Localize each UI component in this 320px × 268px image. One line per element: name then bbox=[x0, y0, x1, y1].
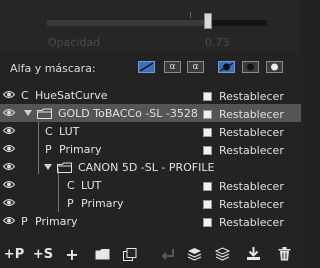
layer-name: LUT bbox=[59, 125, 80, 138]
layer-row-group[interactable]: CANON 5D -SL - PROFILE bbox=[0, 158, 301, 176]
mask-invert-icon bbox=[219, 62, 234, 72]
eye-icon[interactable] bbox=[3, 162, 15, 171]
mask-invert-button[interactable] bbox=[218, 61, 235, 73]
folder-icon bbox=[57, 162, 72, 173]
reset-checkbox[interactable] bbox=[203, 200, 212, 209]
reset-label: Restablecer bbox=[219, 198, 284, 211]
return-arrow-icon bbox=[162, 248, 174, 260]
alpha-icon: α bbox=[169, 61, 176, 72]
mask-circle-icon bbox=[247, 63, 254, 71]
opacity-label: Opacidad bbox=[48, 36, 101, 49]
folder-icon bbox=[95, 249, 109, 260]
reset-label: Restablecer bbox=[219, 180, 284, 193]
layer-type-letter: P bbox=[21, 215, 28, 228]
eye-icon[interactable] bbox=[3, 180, 15, 189]
opacity-section: Opacidad 0.73 bbox=[0, 0, 301, 52]
reset-control[interactable]: Restablecer bbox=[203, 144, 284, 157]
reset-control[interactable]: Restablecer bbox=[203, 108, 284, 121]
download-icon bbox=[246, 247, 260, 260]
eye-icon[interactable] bbox=[3, 126, 15, 135]
layers-icon bbox=[187, 248, 201, 261]
layer-name: Primary bbox=[81, 197, 124, 210]
layer-stack-button[interactable] bbox=[186, 246, 202, 262]
layer-stack-down-button[interactable] bbox=[214, 246, 230, 262]
export-button[interactable] bbox=[245, 246, 261, 262]
alpha-button-2[interactable]: α bbox=[187, 61, 204, 73]
layer-type-letter: C bbox=[21, 89, 29, 102]
opacity-value: 0.73 bbox=[205, 36, 230, 49]
layer-row[interactable]: C LUT Restablecer bbox=[0, 122, 301, 140]
layer-type-letter: P bbox=[67, 197, 74, 210]
eye-icon[interactable] bbox=[3, 216, 15, 225]
layer-name: Primary bbox=[35, 215, 78, 228]
layer-name: LUT bbox=[81, 179, 102, 192]
alpha-invert-button[interactable] bbox=[138, 61, 155, 73]
eye-icon[interactable] bbox=[3, 108, 15, 117]
alpha-mask-row: Alfa y máscara: α α bbox=[0, 56, 301, 78]
expand-arrow-icon[interactable] bbox=[24, 110, 32, 116]
merge-button[interactable] bbox=[161, 246, 177, 262]
reset-checkbox[interactable] bbox=[203, 92, 212, 101]
delete-button[interactable] bbox=[276, 246, 292, 262]
reset-label: Restablecer bbox=[219, 90, 284, 103]
alpha-icon: α bbox=[192, 61, 199, 72]
reset-control[interactable]: Restablecer bbox=[203, 90, 284, 103]
layer-name: Primary bbox=[59, 143, 102, 156]
layer-row-selected[interactable]: GOLD ToBACCo -SL -3528 Restablecer bbox=[0, 104, 301, 122]
copy-icon bbox=[123, 247, 137, 261]
layer-row[interactable]: P Primary Restablecer bbox=[0, 140, 301, 158]
expand-arrow-icon[interactable] bbox=[44, 164, 52, 170]
reset-control[interactable]: Restablecer bbox=[203, 126, 284, 139]
layer-name: HueSatCurve bbox=[35, 89, 108, 102]
reset-checkbox[interactable] bbox=[203, 128, 212, 137]
reset-checkbox[interactable] bbox=[203, 110, 212, 119]
layers-panel: Opacidad 0.73 Alfa y máscara: α α C HueS… bbox=[0, 0, 301, 268]
reset-label: Restablecer bbox=[219, 216, 284, 229]
layers-down-icon bbox=[214, 247, 230, 261]
reset-control[interactable]: Restablecer bbox=[203, 180, 284, 193]
layer-row[interactable]: P Primary Restablecer bbox=[0, 194, 301, 212]
trash-icon bbox=[278, 247, 290, 261]
eye-icon[interactable] bbox=[3, 144, 15, 153]
layer-row[interactable]: C LUT Restablecer bbox=[0, 176, 301, 194]
add-primary-button[interactable]: +P bbox=[4, 246, 24, 262]
add-button[interactable]: + bbox=[64, 245, 80, 264]
opacity-slider[interactable] bbox=[47, 20, 267, 26]
copy-button[interactable] bbox=[122, 246, 138, 262]
reset-label: Restablecer bbox=[219, 144, 284, 157]
layer-name: CANON 5D -SL - PROFILE bbox=[78, 161, 215, 174]
reset-checkbox[interactable] bbox=[203, 182, 212, 191]
folder-icon bbox=[37, 108, 52, 119]
layer-list: C HueSatCurve Restablecer GOLD ToBACCo -… bbox=[0, 84, 301, 232]
mask-button-2[interactable] bbox=[266, 61, 283, 73]
opacity-slider-fill bbox=[47, 20, 208, 26]
add-group-button[interactable] bbox=[94, 246, 110, 262]
eye-icon[interactable] bbox=[3, 90, 15, 99]
mask-button-1[interactable] bbox=[242, 61, 259, 73]
opacity-slider-handle[interactable] bbox=[203, 13, 212, 29]
add-secondary-button[interactable]: +S bbox=[33, 246, 53, 262]
layer-type-letter: C bbox=[45, 125, 53, 138]
layer-name: GOLD ToBACCo -SL -3528 bbox=[58, 107, 198, 120]
bottom-toolbar: +P +S + bbox=[0, 240, 301, 268]
alpha-invert-icon bbox=[139, 62, 154, 72]
reset-checkbox[interactable] bbox=[203, 146, 212, 155]
alpha-button-1[interactable]: α bbox=[164, 61, 181, 73]
layer-row[interactable]: C HueSatCurve Restablecer bbox=[0, 86, 301, 104]
layer-row[interactable]: P Primary Restablecer bbox=[0, 212, 301, 230]
reset-control[interactable]: Restablecer bbox=[203, 198, 284, 211]
layer-type-letter: P bbox=[45, 143, 52, 156]
eye-icon[interactable] bbox=[3, 198, 15, 207]
reset-label: Restablecer bbox=[219, 108, 284, 121]
reset-label: Restablecer bbox=[219, 126, 284, 139]
mask-circle-icon bbox=[271, 63, 278, 71]
slider-tick bbox=[190, 12, 191, 18]
alpha-mask-label: Alfa y máscara: bbox=[10, 62, 96, 75]
reset-control[interactable]: Restablecer bbox=[203, 216, 284, 229]
layer-type-letter: C bbox=[67, 179, 75, 192]
reset-checkbox[interactable] bbox=[203, 218, 212, 227]
